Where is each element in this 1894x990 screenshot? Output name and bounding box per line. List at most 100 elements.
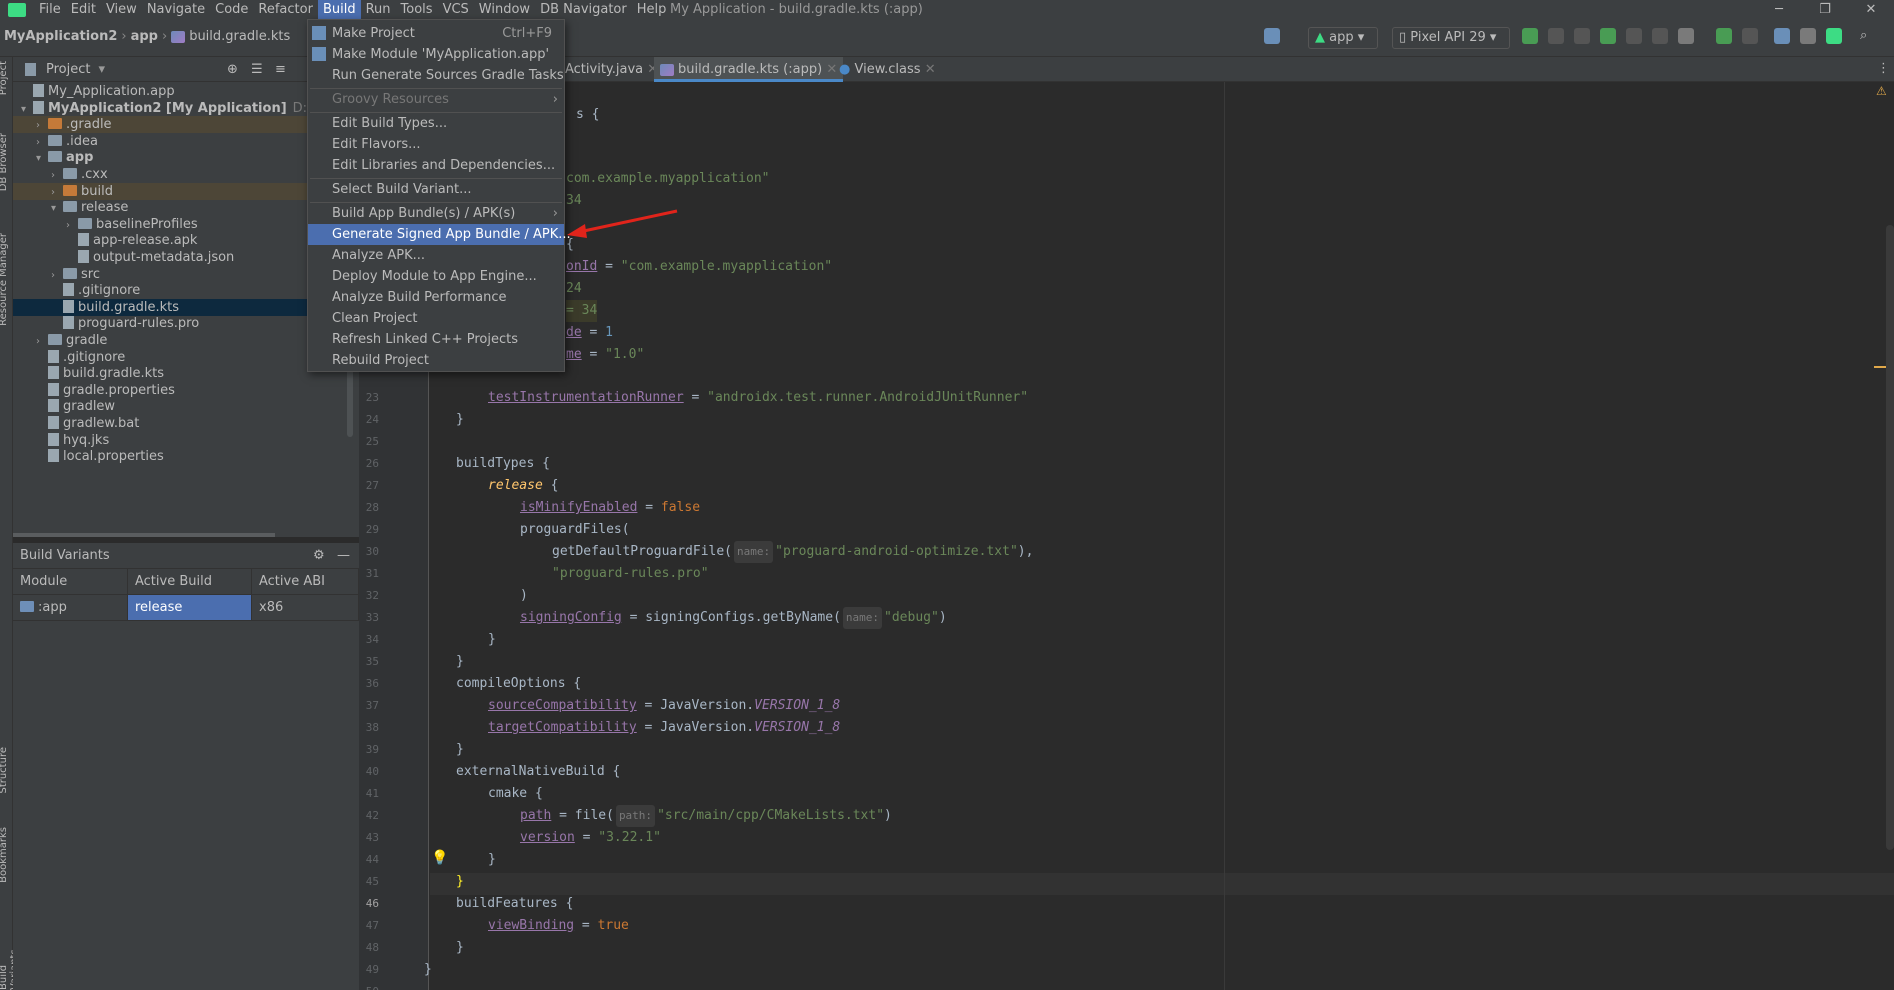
tree-item[interactable]: hyq.jks	[13, 432, 359, 449]
attach-debugger-icon[interactable]	[1652, 28, 1668, 44]
more-tabs-icon[interactable]: ⋮	[1877, 61, 1890, 76]
menu-item-edit-flavors[interactable]: Edit Flavors...	[308, 134, 564, 155]
tree-item[interactable]: gradlew.bat	[13, 415, 359, 432]
file-icon	[48, 366, 59, 380]
stop-icon[interactable]	[1742, 28, 1758, 44]
menu-tools[interactable]: Tools	[396, 0, 438, 19]
expand-all-icon[interactable]: ☰	[251, 62, 263, 77]
line-number: 47	[365, 919, 379, 932]
menu-item-edit-build-types[interactable]: Edit Build Types...	[308, 113, 564, 134]
rerun-icon[interactable]	[1548, 28, 1564, 44]
breadcrumb-project[interactable]: MyApplication2	[4, 29, 117, 44]
tool-tab-structure[interactable]: Structure	[0, 747, 9, 794]
menu-refactor[interactable]: Refactor	[253, 0, 318, 19]
abi-cell[interactable]: x86	[252, 595, 359, 620]
breadcrumb-module[interactable]: app	[131, 29, 158, 44]
profile-icon[interactable]	[1626, 28, 1642, 44]
menu-build[interactable]: Build	[317, 0, 361, 19]
menu-run[interactable]: Run	[361, 0, 396, 19]
debug-icon[interactable]	[1600, 28, 1616, 44]
horizontal-scrollbar[interactable]	[13, 533, 275, 537]
line-number: 34	[365, 633, 379, 646]
menu-help[interactable]: Help	[632, 0, 672, 19]
tree-item-label: hyq.jks	[63, 432, 110, 448]
chevron-right-icon[interactable]: ›	[36, 333, 48, 350]
project-view-selector[interactable]: Project	[46, 62, 90, 77]
menu-window[interactable]: Window	[474, 0, 535, 19]
tab-view-class[interactable]: ● View.class ✕	[833, 57, 942, 82]
chevron-right-icon[interactable]: ›	[51, 167, 63, 184]
chevron-right-icon[interactable]: ›	[51, 184, 63, 201]
restore-icon[interactable]: ❐	[1802, 0, 1848, 19]
build-variants-panel: Build Variants ⚙ — Module Active Build V…	[13, 542, 359, 990]
code-line: release {	[488, 478, 559, 493]
run-config-dropdown[interactable]: ▲ app ▾	[1308, 27, 1378, 49]
device-manager-icon[interactable]	[1800, 28, 1816, 44]
menu-item-edit-libraries[interactable]: Edit Libraries and Dependencies...	[308, 155, 564, 176]
tree-item[interactable]: gradle.properties	[13, 382, 359, 399]
menu-item-rebuild-project[interactable]: Rebuild Project	[308, 350, 564, 371]
menu-item-analyze-build-performance[interactable]: Analyze Build Performance	[308, 287, 564, 308]
tool-tab-bookmarks[interactable]: Bookmarks	[0, 827, 9, 883]
menu-item-refresh-cpp-projects[interactable]: Refresh Linked C++ Projects	[308, 329, 564, 350]
chevron-right-icon[interactable]: ›	[66, 217, 78, 234]
chevron-down-icon[interactable]: ▾	[98, 62, 105, 77]
module-cell[interactable]: :app	[13, 595, 128, 620]
folder-icon	[48, 151, 62, 163]
build-variant-cell[interactable]: release	[128, 595, 252, 620]
menu-edit[interactable]: Edit	[66, 0, 101, 19]
gradle-sync-icon[interactable]	[1774, 28, 1790, 44]
menu-item-build-app-bundle[interactable]: Build App Bundle(s) / APK(s) ›	[308, 203, 564, 224]
menu-item-make-project[interactable]: Make Project Ctrl+F9	[308, 23, 564, 44]
chevron-down-icon[interactable]: ▾	[51, 200, 63, 217]
menu-code[interactable]: Code	[210, 0, 253, 19]
chevron-down-icon[interactable]: ▾	[36, 150, 48, 167]
collapse-all-icon[interactable]: ≡	[275, 62, 286, 77]
chevron-right-icon[interactable]: ›	[51, 267, 63, 284]
menu-item-analyze-apk[interactable]: Analyze APK...	[308, 245, 564, 266]
hide-panel-icon[interactable]: —	[337, 543, 350, 569]
tool-tab-resource-manager[interactable]: Resource Manager	[0, 233, 9, 326]
close-icon[interactable]: ✕	[1848, 0, 1894, 19]
menu-item-make-module[interactable]: Make Module 'MyApplication.app'	[308, 44, 564, 65]
apply-changes-icon[interactable]	[1574, 28, 1590, 44]
tab-activity-java[interactable]: Activity.java ✕	[559, 57, 664, 82]
menu-item-select-build-variant[interactable]: Select Build Variant...	[308, 179, 564, 200]
bug-icon[interactable]	[1716, 28, 1732, 44]
sdk-manager-icon[interactable]	[1826, 28, 1842, 44]
menu-file[interactable]: File	[34, 0, 66, 19]
menu-item-deploy-app-engine[interactable]: Deploy Module to App Engine...	[308, 266, 564, 287]
tab-build-gradle-kts[interactable]: build.gradle.kts (:app) ✕	[654, 57, 844, 82]
close-icon[interactable]: ✕	[925, 62, 936, 77]
tree-item[interactable]: local.properties	[13, 448, 359, 465]
menu-item-run-generate-sources[interactable]: Run Generate Sources Gradle Tasks	[308, 65, 564, 86]
chevron-down-icon[interactable]: ▾	[21, 101, 33, 118]
column-header-module[interactable]: Module	[13, 569, 128, 594]
chevron-right-icon[interactable]: ›	[36, 134, 48, 151]
folder-icon	[78, 217, 92, 229]
breadcrumb-file[interactable]: build.gradle.kts	[189, 29, 290, 44]
tree-item-label: My_Application.app	[48, 84, 175, 99]
run-icon[interactable]	[1522, 28, 1538, 44]
menu-view[interactable]: View	[101, 0, 142, 19]
menu-db-navigator[interactable]: DB Navigator	[535, 0, 632, 19]
menu-navigate[interactable]: Navigate	[142, 0, 210, 19]
device-dropdown[interactable]: ▯ Pixel API 29 ▾	[1392, 27, 1510, 49]
tree-item[interactable]: gradlew	[13, 398, 359, 415]
column-header-active-abi[interactable]: Active ABI	[252, 569, 359, 594]
chevron-right-icon[interactable]: ›	[36, 117, 48, 134]
search-icon[interactable]: ⌕	[1860, 28, 1876, 44]
locate-icon[interactable]: ⊕	[227, 62, 238, 77]
gear-icon[interactable]: ⚙	[313, 543, 325, 569]
menu-item-generate-signed-bundle[interactable]: Generate Signed App Bundle / APK...	[308, 224, 571, 245]
column-header-active-build-variant[interactable]: Active Build Vari...	[128, 569, 252, 615]
tool-tab-project[interactable]: Project	[0, 61, 9, 95]
tool-tab-db-browser[interactable]: DB Browser	[0, 133, 9, 191]
line-number: 25	[365, 435, 379, 448]
minimize-icon[interactable]: ─	[1756, 0, 1802, 19]
sync-icon[interactable]	[1678, 28, 1694, 44]
hammer-icon[interactable]	[1264, 28, 1280, 44]
menu-item-clean-project[interactable]: Clean Project	[308, 308, 564, 329]
menu-vcs[interactable]: VCS	[438, 0, 474, 19]
window-title: My Application - build.gradle.kts (:app)	[670, 2, 923, 17]
